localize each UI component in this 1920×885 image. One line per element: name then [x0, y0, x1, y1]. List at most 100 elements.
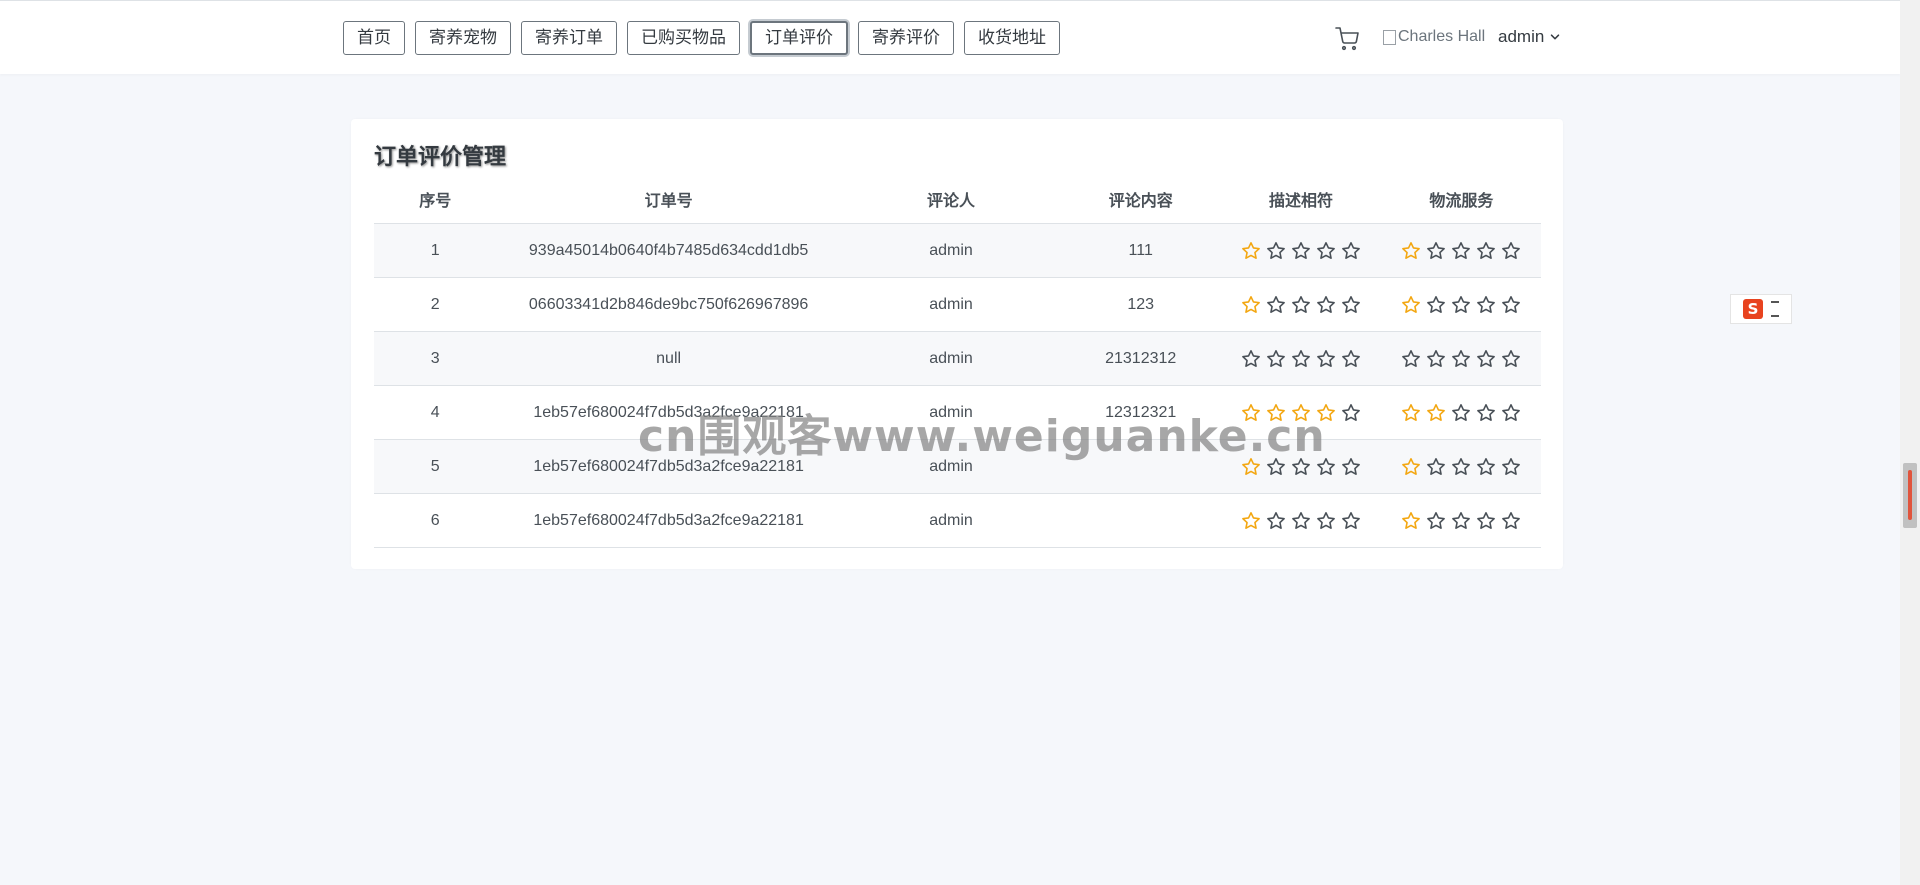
star-filled-icon	[1402, 295, 1421, 313]
description-rating	[1220, 277, 1382, 332]
row-index: 2	[374, 277, 497, 332]
table-row: 1 939a45014b0640f4b7485d634cdd1db5 admin 11…	[374, 223, 1541, 278]
star-empty-icon	[1477, 511, 1496, 529]
star-empty-icon	[1427, 457, 1446, 475]
star-empty-icon	[1427, 511, 1446, 529]
nav-button-4[interactable]: 订单评价	[750, 21, 848, 55]
nav-button-1[interactable]: 寄养宠物	[415, 21, 511, 55]
table-row: 3 null admin 21312312	[374, 331, 1541, 386]
star-rating	[1401, 403, 1521, 423]
star-empty-icon	[1477, 403, 1496, 421]
avatar[interactable]: Charles Hall	[1383, 28, 1485, 46]
star-empty-icon	[1427, 241, 1446, 259]
star-empty-icon	[1502, 241, 1521, 259]
column-header: 评论内容	[1061, 175, 1221, 224]
star-empty-icon	[1267, 295, 1285, 313]
star-empty-icon	[1317, 349, 1335, 367]
logistics-rating	[1381, 277, 1541, 332]
star-filled-icon	[1242, 511, 1260, 529]
vertical-scrollbar[interactable]	[1900, 0, 1920, 885]
order-number: 06603341d2b846de9bc750f626967896	[496, 277, 841, 332]
row-index: 3	[374, 331, 497, 386]
star-empty-icon	[1477, 349, 1496, 367]
star-filled-icon	[1402, 457, 1421, 475]
star-empty-icon	[1452, 241, 1471, 259]
nav-button-0[interactable]: 首页	[343, 21, 405, 55]
watermark: cn围观客www.weiguanke.cn	[638, 411, 1326, 462]
star-empty-icon	[1502, 403, 1521, 421]
review-content	[1061, 493, 1221, 548]
star-empty-icon	[1317, 511, 1335, 529]
star-empty-icon	[1452, 457, 1471, 475]
scrollbar-thumb[interactable]	[1903, 463, 1917, 528]
ime-toolbar[interactable]: S	[1730, 294, 1792, 324]
star-rating	[1241, 511, 1361, 531]
star-rating	[1401, 295, 1521, 315]
star-rating	[1241, 349, 1361, 369]
chevron-down-icon	[1551, 34, 1560, 40]
star-empty-icon	[1477, 241, 1496, 259]
star-empty-icon	[1452, 403, 1471, 421]
nav-button-2[interactable]: 寄养订单	[521, 21, 617, 55]
star-empty-icon	[1292, 295, 1310, 313]
table-row: 2 06603341d2b846de9bc750f626967896 admin 12…	[374, 277, 1541, 332]
star-empty-icon	[1317, 295, 1335, 313]
star-empty-icon	[1267, 511, 1285, 529]
description-rating	[1220, 493, 1382, 548]
star-empty-icon	[1342, 349, 1360, 367]
username: admin	[1498, 27, 1545, 46]
reviewer: admin	[840, 331, 1062, 386]
logistics-rating	[1381, 493, 1541, 548]
star-empty-icon	[1317, 241, 1335, 259]
column-header: 序号	[374, 175, 497, 224]
column-header: 物流服务	[1381, 175, 1541, 224]
star-rating	[1401, 457, 1521, 477]
star-empty-icon	[1452, 295, 1471, 313]
sogou-ime-icon[interactable]: S	[1743, 299, 1763, 319]
review-content: 123	[1061, 277, 1221, 332]
star-rating	[1401, 241, 1521, 261]
review-content: 21312312	[1061, 331, 1221, 386]
star-filled-icon	[1242, 241, 1260, 259]
star-empty-icon	[1502, 349, 1521, 367]
order-number: null	[496, 331, 841, 386]
user-menu[interactable]: admin	[1498, 27, 1560, 47]
nav-button-5[interactable]: 寄养评价	[858, 21, 954, 55]
star-rating	[1401, 349, 1521, 369]
logistics-rating	[1381, 385, 1541, 440]
page-title: 订单评价管理	[374, 144, 507, 169]
star-empty-icon	[1342, 511, 1360, 529]
cart-icon[interactable]	[1335, 27, 1359, 51]
star-empty-icon	[1427, 349, 1446, 367]
star-empty-icon	[1342, 457, 1360, 475]
star-empty-icon	[1342, 403, 1360, 421]
star-rating	[1401, 511, 1521, 531]
table-row: 6 1eb57ef680024f7db5d3a2fce9a22181 admin	[374, 493, 1541, 548]
star-filled-icon	[1242, 295, 1260, 313]
star-empty-icon	[1267, 349, 1285, 367]
star-empty-icon	[1267, 241, 1285, 259]
order-number: 1eb57ef680024f7db5d3a2fce9a22181	[496, 493, 841, 548]
star-empty-icon	[1242, 349, 1260, 367]
avatar-alt-text: Charles Hall	[1398, 28, 1486, 45]
star-rating	[1241, 241, 1361, 261]
nav-button-6[interactable]: 收货地址	[964, 21, 1060, 55]
logistics-rating	[1381, 331, 1541, 386]
star-filled-icon	[1427, 403, 1446, 421]
star-empty-icon	[1502, 511, 1521, 529]
ime-mode-icon[interactable]	[1771, 301, 1779, 317]
star-empty-icon	[1292, 511, 1310, 529]
top-navbar: 首页 寄养宠物 寄养订单 已购买物品 订单评价 寄养评价 收货地址 Charles Hall…	[0, 0, 1900, 74]
star-empty-icon	[1477, 295, 1496, 313]
star-rating	[1241, 295, 1361, 315]
table-header-row: 序号 订单号 评论人 评论内容 描述相符 物流服务	[374, 175, 1541, 224]
star-empty-icon	[1452, 511, 1471, 529]
order-number: 939a45014b0640f4b7485d634cdd1db5	[496, 223, 841, 278]
description-rating	[1220, 223, 1382, 278]
nav-button-3[interactable]: 已购买物品	[627, 21, 740, 55]
star-empty-icon	[1502, 295, 1521, 313]
reviewer: admin	[840, 493, 1062, 548]
star-filled-icon	[1402, 511, 1421, 529]
star-empty-icon	[1452, 349, 1471, 367]
review-table: 序号 订单号 评论人 评论内容 描述相符 物流服务 1 939a45014b0640f4b7…	[374, 175, 1541, 548]
